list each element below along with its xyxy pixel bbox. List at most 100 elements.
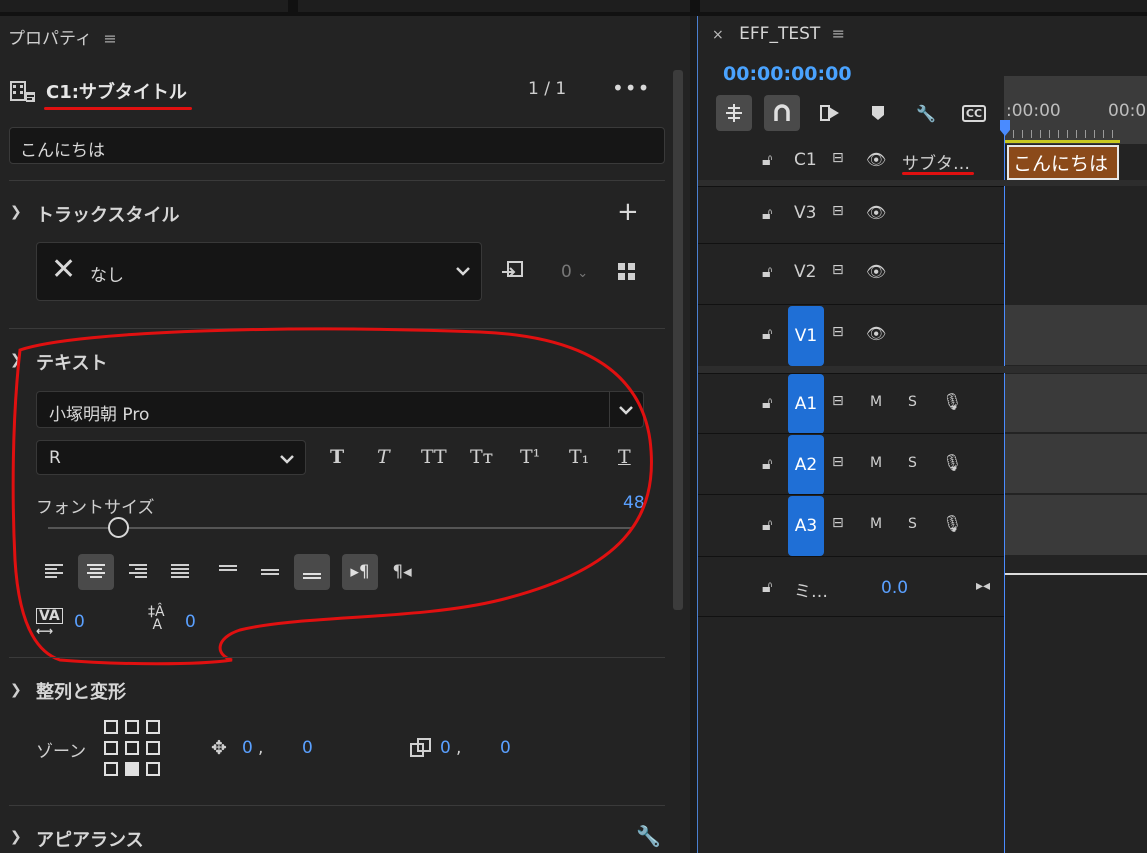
solo-button[interactable]: S [908, 455, 917, 471]
solo-button[interactable]: S [908, 394, 917, 410]
eye-icon[interactable]: 👁︎ [866, 150, 886, 169]
track-content-v1[interactable] [1005, 305, 1147, 365]
top-panel-strip [0, 0, 1147, 16]
add-style-button[interactable]: + [617, 197, 639, 227]
track-header-mix: 🔓︎ ミ… 0.0 ▸◂ [698, 556, 1004, 616]
more-options-button[interactable]: ••• [612, 76, 650, 100]
sync-lock-icon[interactable]: ⊟ [832, 324, 844, 340]
none-x-icon: ✕ [51, 252, 77, 287]
track-separator [698, 366, 1147, 373]
sync-lock-icon[interactable]: ⊟ [832, 262, 844, 278]
lock-icon[interactable]: 🔓︎ [762, 577, 772, 597]
sync-lock-icon[interactable]: ⊟ [832, 515, 844, 531]
mute-button[interactable]: M [870, 394, 882, 410]
eye-icon[interactable]: 👁︎ [866, 203, 886, 222]
track-header-v2: 🔓︎ V2 ⊟ 👁︎ [698, 243, 1004, 304]
microphone-icon[interactable]: 🎙︎ [942, 392, 962, 411]
hamburger-icon[interactable]: ≡ [832, 24, 845, 43]
lock-icon[interactable]: 🔓︎ [762, 262, 772, 282]
playhead-timecode[interactable]: 00:00:00:00 [723, 63, 852, 85]
track-target-a2[interactable]: A2 [788, 435, 824, 495]
position-y-value[interactable]: 0 [302, 738, 313, 758]
linked-selection-icon[interactable] [812, 95, 848, 131]
track-target-v1[interactable]: V1 [788, 306, 824, 366]
track-header-a3: 🔓︎ A3 ⊟ M S 🎙︎ [698, 494, 1004, 556]
insert-sequence-icon[interactable] [716, 95, 752, 131]
snap-magnet-icon[interactable] [764, 95, 800, 131]
lock-icon[interactable]: 🔓︎ [762, 393, 772, 413]
comma-separator: , [456, 738, 462, 758]
zone-cell[interactable] [104, 720, 118, 734]
track-style-value: なし [90, 266, 124, 286]
scale-icon [410, 738, 431, 757]
track-name: V2 [794, 262, 817, 282]
sync-lock-icon[interactable]: ⊟ [832, 150, 844, 166]
zone-cell[interactable] [146, 762, 160, 776]
chevron-down-icon: ⌄ [577, 266, 589, 281]
caption-text-field[interactable]: こんにちは [9, 127, 665, 164]
clip-name: C1:サブタイトル [46, 82, 187, 103]
wrench-icon[interactable]: 🔧 [908, 95, 944, 131]
lock-icon[interactable]: 🔓︎ [762, 454, 772, 474]
caption-clip-icon [10, 81, 35, 102]
add-marker-icon[interactable] [860, 95, 896, 131]
eye-icon[interactable]: 👁︎ [866, 324, 886, 343]
track-header-a1: 🔓︎ A1 ⊟ M S 🎙︎ [698, 373, 1004, 434]
scale-y-value[interactable]: 0 [500, 738, 511, 758]
eye-icon[interactable]: 👁︎ [866, 262, 886, 281]
track-style-title: トラックスタイル [36, 205, 180, 226]
caption-clip[interactable]: こんにちは [1007, 145, 1119, 180]
zone-cell[interactable] [125, 741, 139, 755]
scale-x-value[interactable]: 0 [440, 738, 451, 758]
position-x-value[interactable]: 0 [242, 738, 253, 758]
mix-bowtie-icon[interactable]: ▸◂ [976, 578, 990, 594]
annotation-underline [44, 107, 192, 110]
solo-button[interactable]: S [908, 516, 917, 532]
track-content-a2[interactable] [1005, 434, 1147, 493]
track-target-a1[interactable]: A1 [788, 374, 824, 434]
grid-view-icon[interactable] [617, 262, 637, 282]
track-name: C1 [794, 150, 817, 170]
sync-lock-icon[interactable]: ⊟ [832, 454, 844, 470]
mute-button[interactable]: M [870, 516, 882, 532]
annotation-circle [11, 327, 653, 666]
mute-button[interactable]: M [870, 455, 882, 471]
zone-cell[interactable] [104, 762, 118, 776]
lock-icon[interactable]: 🔓︎ [762, 324, 772, 344]
zone-cell[interactable] [146, 741, 160, 755]
sequence-tab[interactable]: × EFF_TEST ≡ [712, 24, 845, 44]
style-count-dropdown[interactable]: 0 ⌄ [561, 262, 588, 282]
track-style-dropdown[interactable]: ✕ なし [36, 242, 482, 301]
track-name: V3 [794, 203, 817, 223]
close-icon[interactable]: × [712, 27, 724, 43]
lock-icon[interactable]: 🔓︎ [762, 204, 772, 224]
lock-icon[interactable]: 🔓︎ [762, 515, 772, 535]
zone-cell-selected[interactable] [125, 762, 139, 776]
captions-cc-icon[interactable]: CC [956, 95, 992, 131]
time-ruler[interactable]: :00:00 00:00 [1004, 76, 1147, 144]
track-content-a3[interactable] [1005, 495, 1147, 555]
push-style-icon[interactable] [500, 260, 526, 284]
chevron-down-icon[interactable]: ❯ [10, 829, 22, 845]
microphone-icon[interactable]: 🎙︎ [942, 453, 962, 472]
chevron-down-icon[interactable]: ❯ [10, 682, 22, 698]
lock-icon[interactable]: 🔓︎ [762, 150, 772, 170]
track-target-a3[interactable]: A3 [788, 496, 824, 556]
playhead-marker[interactable] [1000, 120, 1010, 136]
sync-lock-icon[interactable]: ⊟ [832, 393, 844, 409]
wrench-icon[interactable]: 🔧 [636, 824, 661, 848]
zone-cell[interactable] [146, 720, 160, 734]
track-content-a1[interactable] [1005, 374, 1147, 432]
zone-cell[interactable] [125, 720, 139, 734]
microphone-icon[interactable]: 🎙︎ [942, 514, 962, 533]
hamburger-icon[interactable]: ≡ [103, 29, 116, 48]
zone-cell[interactable] [104, 741, 118, 755]
zone-grid[interactable] [104, 720, 160, 776]
panel-title[interactable]: プロパティ ≡ [8, 24, 117, 49]
sync-lock-icon[interactable]: ⊟ [832, 203, 844, 219]
mix-volume-value[interactable]: 0.0 [881, 578, 908, 598]
properties-scrollbar[interactable] [673, 70, 683, 610]
zone-label: ゾーン [36, 742, 87, 762]
comma-separator: , [258, 738, 264, 758]
chevron-down-icon[interactable]: ❯ [10, 204, 22, 220]
